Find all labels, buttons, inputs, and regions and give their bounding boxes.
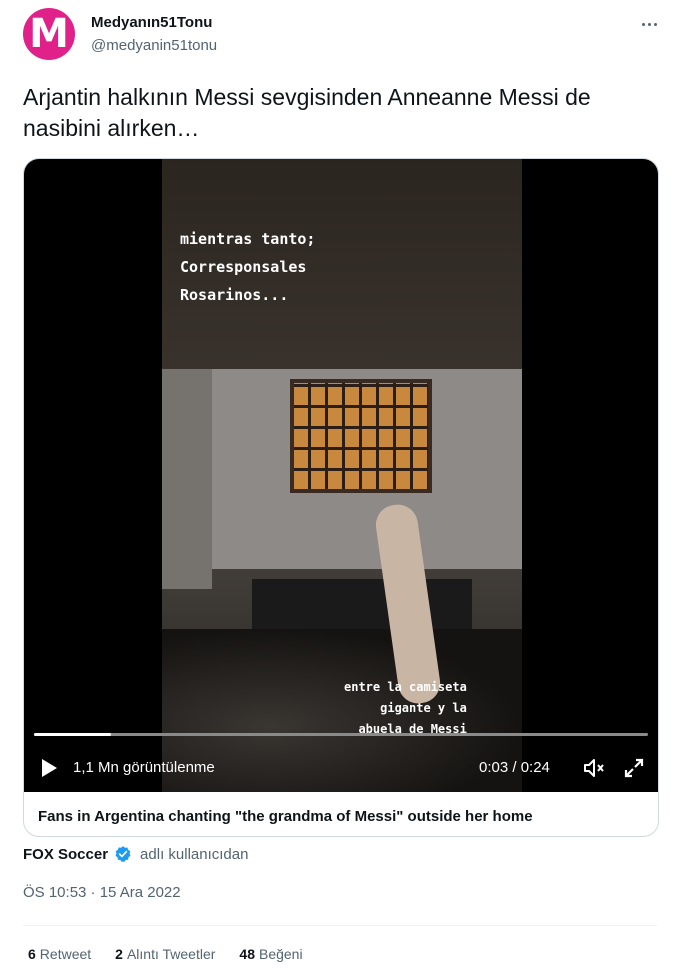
media-card[interactable]: mientras tanto; Corresponsales Rosarinos… bbox=[23, 158, 659, 837]
progress-fill bbox=[34, 733, 111, 736]
retweets-stat[interactable]: 6 Retweet bbox=[28, 946, 91, 962]
lit-window bbox=[290, 379, 432, 493]
author-handle[interactable]: @medyanin51tonu bbox=[91, 37, 217, 54]
quotes-count: 2 bbox=[115, 946, 123, 962]
view-count: 1,1 Mn görüntülenme bbox=[73, 759, 215, 776]
volume-icon[interactable] bbox=[582, 756, 606, 780]
divider bbox=[23, 925, 657, 926]
video-frame: mientras tanto; Corresponsales Rosarinos… bbox=[162, 159, 522, 792]
more-icon[interactable] bbox=[639, 14, 659, 34]
video-time: 0:03 / 0:24 bbox=[479, 759, 550, 776]
source-name[interactable]: FOX Soccer bbox=[23, 846, 108, 863]
avatar-letter: M bbox=[29, 11, 69, 57]
card-title[interactable]: Fans in Argentina chanting "the grandma … bbox=[38, 808, 533, 825]
source-by-label: adlı kullanıcıdan bbox=[140, 845, 249, 863]
crowd bbox=[162, 629, 522, 792]
engagement-stats: 6 Retweet 2 Alıntı Tweetler 48 Beğeni bbox=[28, 946, 327, 962]
verified-badge-icon bbox=[115, 846, 131, 863]
likes-stat[interactable]: 48 Beğeni bbox=[239, 946, 302, 962]
video-caption-top: mientras tanto; Corresponsales Rosarinos… bbox=[180, 230, 316, 304]
fullscreen-icon[interactable] bbox=[622, 756, 646, 780]
likes-label: Beğeni bbox=[258, 946, 303, 962]
retweets-label: Retweet bbox=[39, 946, 92, 962]
quotes-label: Alıntı Tweetler bbox=[126, 946, 216, 962]
video-caption-bottom: entre la camiseta gigante y la abuela de… bbox=[344, 680, 467, 736]
progress-scrubber[interactable] bbox=[34, 733, 648, 736]
video-player[interactable]: mientras tanto; Corresponsales Rosarinos… bbox=[24, 159, 658, 792]
play-icon[interactable] bbox=[38, 757, 60, 779]
timestamp[interactable]: ÖS 10:53 · 15 Ara 2022 bbox=[23, 884, 181, 901]
video-source: FOX Soccer adlı kullanıcıdan bbox=[23, 845, 248, 863]
tweet-text: Arjantin halkının Messi sevgisinden Anne… bbox=[23, 84, 591, 141]
likes-count: 48 bbox=[239, 946, 255, 962]
retweets-count: 6 bbox=[28, 946, 36, 962]
quotes-stat[interactable]: 2 Alıntı Tweetler bbox=[115, 946, 215, 962]
author-display-name[interactable]: Medyanın51Tonu bbox=[91, 14, 212, 31]
avatar[interactable]: M bbox=[23, 8, 75, 60]
